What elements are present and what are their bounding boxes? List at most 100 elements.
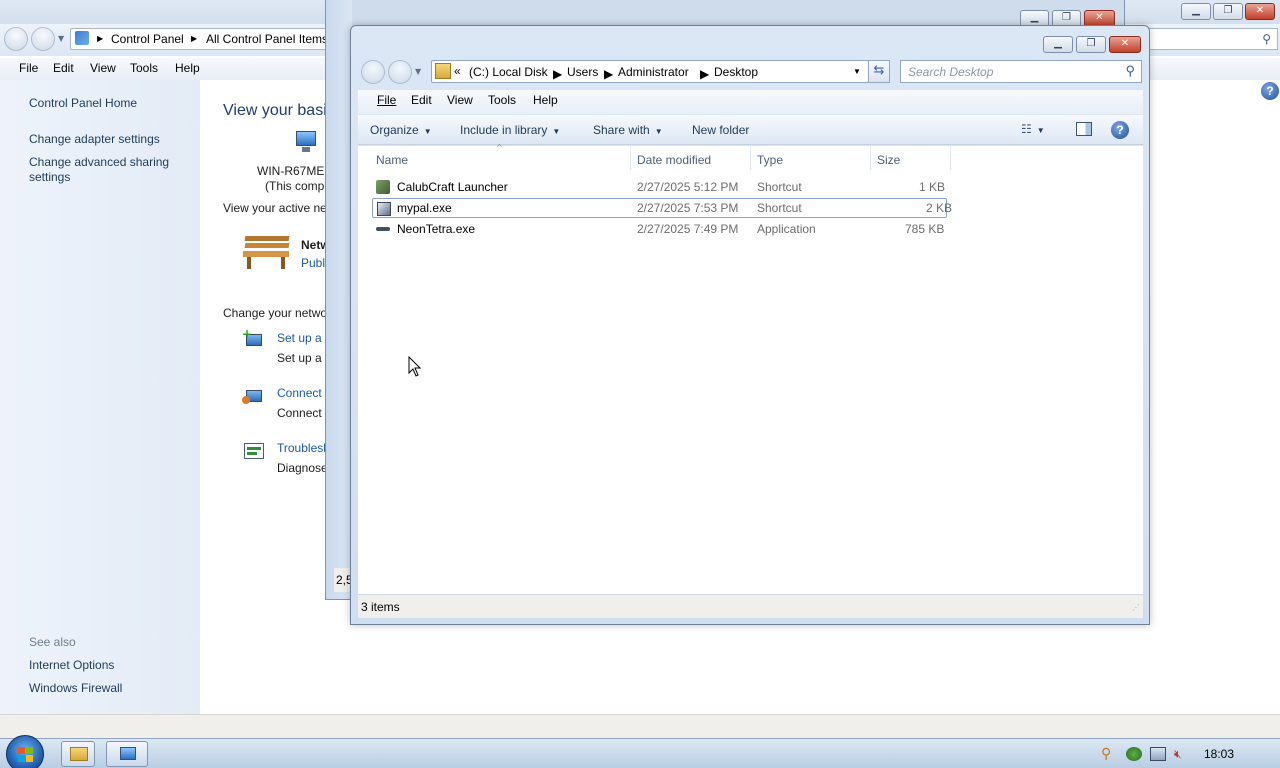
breadcrumb-users[interactable]: Users <box>567 65 598 79</box>
back-button[interactable] <box>361 60 385 84</box>
network-name: Network <box>301 238 325 252</box>
file-row[interactable]: NeonTetra.exe 2/27/2025 7:49 PM Applicat… <box>372 219 947 239</box>
breadcrumb-arrow-icon: ▶ <box>191 34 198 43</box>
cp-home-link[interactable]: Control Panel Home <box>29 96 137 111</box>
file-row[interactable]: CalubCraft Launcher 2/27/2025 5:12 PM Sh… <box>372 177 947 197</box>
file-size: 785 KB <box>905 222 945 236</box>
menu-view[interactable]: View <box>447 93 473 107</box>
file-type: Application <box>757 222 816 236</box>
new-folder-button[interactable]: New folder <box>692 123 749 137</box>
address-bar[interactable]: « (C:) Local Disk ▶ Users ▶ Administrato… <box>431 60 869 83</box>
cp-minimize-button[interactable]: ▁ <box>1181 3 1211 20</box>
menu-edit[interactable]: Edit <box>411 93 432 107</box>
search-icon: ⚲ <box>1262 32 1271 46</box>
file-date: 2/27/2025 7:49 PM <box>637 222 739 236</box>
change-networking-label: Change your networking settings <box>223 306 325 320</box>
breadcrumb-overflow-icon[interactable]: « <box>454 64 461 78</box>
file-row-selected[interactable]: mypal.exe 2/27/2025 7:53 PM Shortcut 2 K… <box>372 198 952 218</box>
column-divider[interactable] <box>950 146 951 170</box>
cp-menu-file[interactable]: File <box>19 61 38 75</box>
search-tray-icon[interactable]: ⚲ <box>1101 747 1117 761</box>
file-name: mypal.exe <box>397 201 452 215</box>
recent-pages-icon[interactable]: ▼ <box>415 68 423 76</box>
cp-menu-edit[interactable]: Edit <box>53 61 74 75</box>
maximize-button[interactable]: ❐ <box>1076 36 1106 53</box>
start-button[interactable] <box>6 735 44 768</box>
column-header-size[interactable]: Size <box>877 153 900 167</box>
column-divider[interactable] <box>630 146 631 170</box>
clock[interactable]: 18:03 <box>1204 747 1234 761</box>
cp-forward-button[interactable] <box>31 27 55 51</box>
column-divider[interactable] <box>750 146 751 170</box>
cp-back-button[interactable] <box>4 27 28 51</box>
menu-file[interactable]: File <box>377 93 396 107</box>
close-button[interactable]: ✕ <box>1109 36 1141 53</box>
column-header-type[interactable]: Type <box>757 153 783 167</box>
cp-breadcrumb-control-panel[interactable]: Control Panel <box>111 32 184 46</box>
volume-muted-icon[interactable]: 🔇︎ <box>1174 747 1190 761</box>
help-icon[interactable]: ? <box>1111 121 1129 139</box>
calubcraft-shortcut-icon <box>376 180 390 194</box>
see-also-label: See also <box>29 635 76 649</box>
preview-pane-icon[interactable] <box>1076 122 1092 136</box>
menu-bar: File Edit View Tools Help <box>358 90 1143 114</box>
breadcrumb-arrow-icon[interactable]: ▶ <box>553 67 562 81</box>
cp-menu-view[interactable]: View <box>90 61 116 75</box>
address-dropdown-icon[interactable]: ▼ <box>853 67 861 76</box>
connect-network-link[interactable]: Connect to a network <box>277 386 325 400</box>
change-view-icon[interactable]: ☷ ▼ <box>1021 122 1045 136</box>
breadcrumb-desktop[interactable]: Desktop <box>714 65 758 79</box>
breadcrumb-arrow-icon[interactable]: ▶ <box>700 67 709 81</box>
refresh-icon[interactable]: ⇆ <box>868 60 890 83</box>
breadcrumb-arrow-icon[interactable]: ▶ <box>604 67 613 81</box>
search-icon[interactable]: ⚲ <box>1125 63 1135 79</box>
file-date: 2/27/2025 5:12 PM <box>637 180 739 194</box>
windows-firewall-link[interactable]: Windows Firewall <box>29 681 122 696</box>
cp-help-icon[interactable]: ? <box>1261 82 1279 100</box>
network-tray-icon[interactable] <box>1150 747 1166 761</box>
breadcrumb-local-disk[interactable]: (C:) Local Disk <box>469 65 548 79</box>
column-header-name[interactable]: Name <box>376 153 408 167</box>
column-divider[interactable] <box>870 146 871 170</box>
include-in-library-button[interactable]: Include in library ▼ <box>460 123 560 137</box>
change-sharing-settings-link[interactable]: Change advanced sharing settings <box>29 155 179 185</box>
cp-close-button[interactable]: ✕ <box>1245 3 1275 20</box>
breadcrumb-administrator[interactable]: Administrator <box>618 65 689 79</box>
breadcrumb-arrow-icon: ▶ <box>97 34 104 43</box>
status-bar: 3 items ⋰ <box>358 594 1143 618</box>
control-panel-icon <box>75 31 89 45</box>
cp-sidebar: Control Panel Home Change adapter settin… <box>0 80 200 714</box>
internet-options-link[interactable]: Internet Options <box>29 658 114 673</box>
column-header-date[interactable]: Date modified <box>637 153 711 167</box>
cp-recent-pages-icon[interactable]: ▼ <box>58 35 66 43</box>
cp-search-input[interactable]: l ⚲ <box>1140 28 1278 50</box>
cp-restore-button[interactable]: ❐ <box>1213 3 1243 20</box>
search-input[interactable]: Search Desktop ⚲ <box>900 60 1142 83</box>
dropdown-arrow-icon: ▼ <box>423 127 432 136</box>
cp-breadcrumb-all-items[interactable]: All Control Panel Items <box>206 32 326 46</box>
troubleshoot-link[interactable]: Troubleshoot problems <box>277 441 325 455</box>
set-up-connection-link[interactable]: Set up a new connection or network <box>277 331 325 345</box>
menu-help[interactable]: Help <box>533 93 558 107</box>
park-bench-icon <box>243 234 291 272</box>
share-with-button[interactable]: Share with ▼ <box>593 123 663 137</box>
menu-tools[interactable]: Tools <box>488 93 516 107</box>
organize-button[interactable]: Organize ▼ <box>370 123 432 137</box>
security-tray-icon[interactable] <box>1126 747 1142 761</box>
resize-grip-icon[interactable]: ⋰ <box>1132 603 1140 612</box>
cp-menu-help[interactable]: Help <box>175 61 200 75</box>
cp-address-bar[interactable]: ▶ Control Panel ▶ All Control Panel Item… <box>70 28 330 50</box>
network-type-link[interactable]: Public network <box>301 256 325 270</box>
cp-menu-tools[interactable]: Tools <box>130 61 158 75</box>
troubleshoot-desc: Diagnose and repair network problems <box>277 461 325 475</box>
minimize-button[interactable]: ▁ <box>1043 36 1073 53</box>
taskbar-control-panel-button[interactable] <box>106 741 148 767</box>
taskbar-explorer-button[interactable] <box>61 741 95 767</box>
computer-icon <box>291 131 321 155</box>
forward-button[interactable] <box>388 60 412 84</box>
change-adapter-settings-link[interactable]: Change adapter settings <box>29 132 179 147</box>
new-connection-icon: + <box>242 328 266 352</box>
computer-name: WIN-R67MEL <box>257 164 325 178</box>
set-up-connection-desc: Set up a wireless, broadband, dial-up, a… <box>277 351 325 365</box>
taskbar: ⚲ 🔇︎ 18:03 <box>0 735 1280 768</box>
